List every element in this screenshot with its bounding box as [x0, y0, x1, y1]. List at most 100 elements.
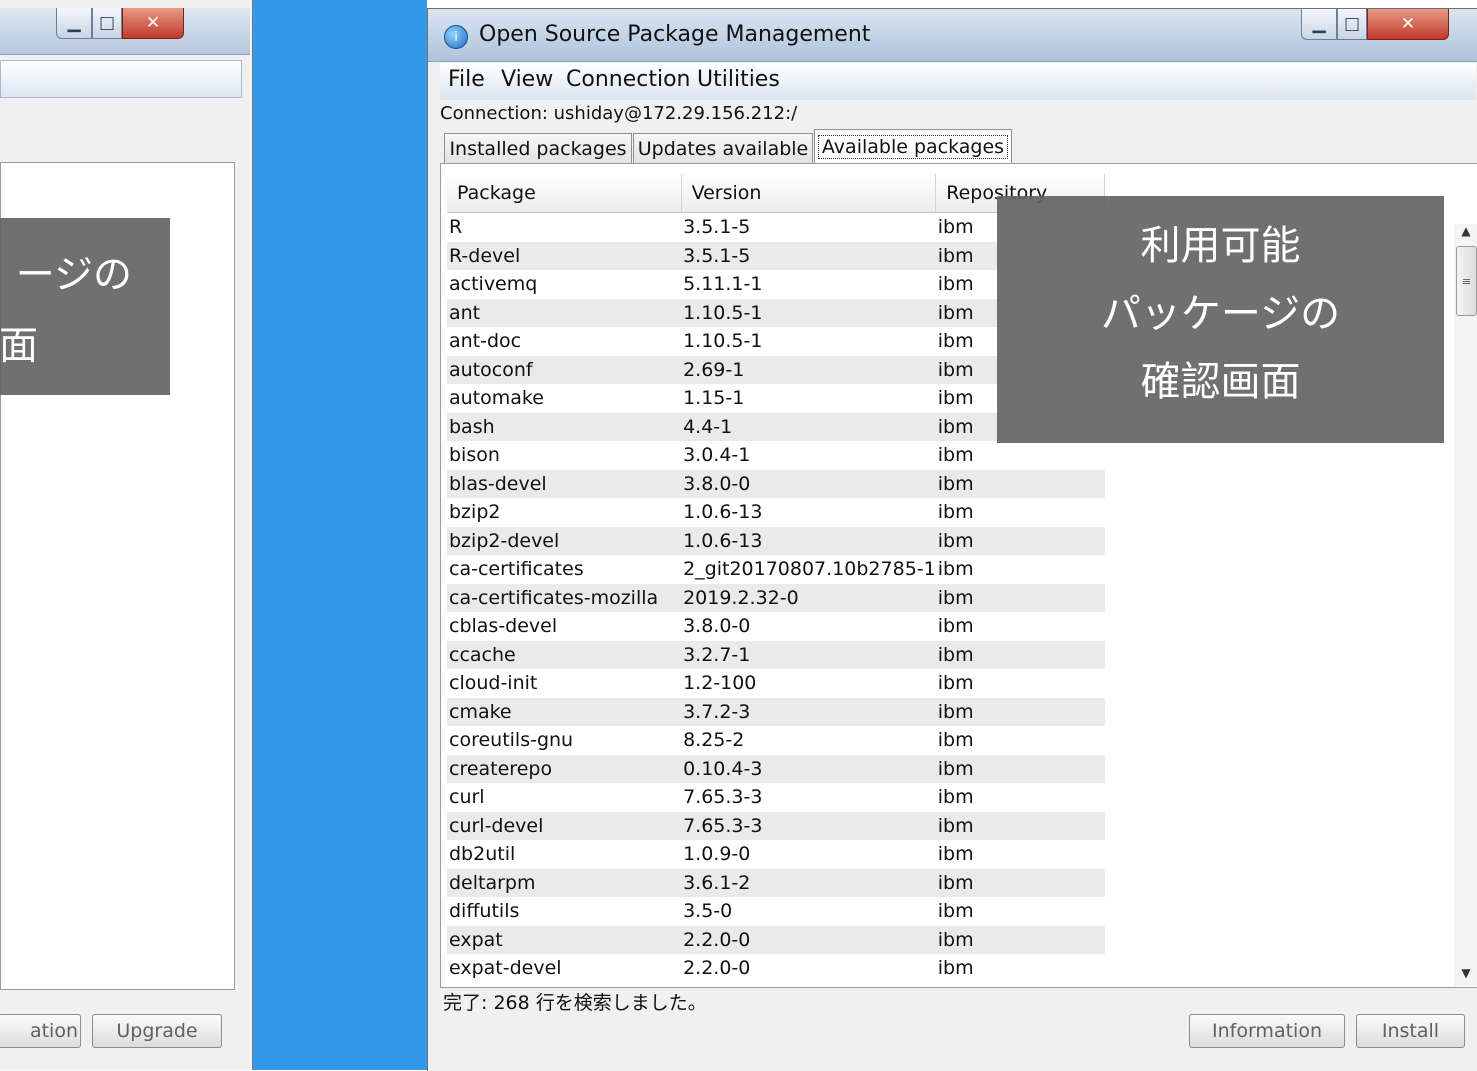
- package-cell: bzip2: [449, 501, 501, 524]
- column-header-version[interactable]: Version: [681, 174, 937, 213]
- repository-cell: ibm: [937, 615, 974, 638]
- table-row[interactable]: cloud-init 1.2-100 ibm: [447, 669, 1105, 698]
- column-header-package[interactable]: Package: [447, 174, 682, 213]
- table-row[interactable]: bzip2-devel 1.0.6-13 ibm: [447, 526, 1105, 555]
- window-controls: ▁ □ ✕: [1301, 9, 1449, 40]
- app-icon: i: [444, 25, 468, 49]
- window-title: Open Source Package Management: [479, 22, 871, 47]
- table-row[interactable]: deltarpm 3.6.1-2 ibm: [447, 868, 1105, 897]
- close-button[interactable]: ✕: [122, 8, 184, 39]
- version-cell: 2.2.0-0: [681, 925, 936, 954]
- version-cell: 3.8.0-0: [681, 469, 936, 498]
- desktop-background: [253, 0, 427, 1070]
- repository-cell: ibm: [935, 868, 1105, 897]
- table-row[interactable]: curl-devel 7.65.3-3 ibm: [447, 811, 1105, 840]
- repository-cell: ibm: [935, 583, 1105, 612]
- version-cell: 3.2.7-1: [681, 640, 936, 669]
- close-button[interactable]: ✕: [1367, 9, 1449, 40]
- repository-cell: ibm: [937, 900, 974, 923]
- left-caption-line: ージの: [15, 253, 132, 298]
- repository-cell: ibm: [935, 697, 1105, 726]
- upgrade-button[interactable]: Upgrade: [92, 1014, 222, 1048]
- menu-file[interactable]: File: [448, 67, 485, 92]
- repository-cell: ibm: [935, 811, 1105, 840]
- main-window: i Open Source Package Management ▁ □ ✕ F…: [427, 8, 1477, 1071]
- table-row[interactable]: ccache 3.2.7-1 ibm: [447, 640, 1105, 669]
- repository-cell: ibm: [937, 672, 974, 695]
- package-cell: automake: [449, 387, 544, 410]
- version-cell: 3.5.1-5: [683, 216, 751, 239]
- title-bar[interactable]: i Open Source Package Management ▁ □ ✕: [428, 9, 1477, 62]
- left-window: ▁ □ ✕ ージの 面 ation Upgrade: [0, 0, 253, 1070]
- table-row[interactable]: coreutils-gnu 8.25-2 ibm: [447, 726, 1105, 755]
- version-cell: 3.6.1-2: [681, 868, 936, 897]
- package-cell: db2util: [449, 843, 516, 866]
- menu-view[interactable]: View: [501, 67, 553, 92]
- menu-bar: File View Connection Utilities: [440, 63, 1476, 100]
- repository-cell: ibm: [935, 640, 1105, 669]
- tab-updates-available[interactable]: Updates available: [633, 133, 813, 164]
- repository-cell: ibm: [937, 843, 974, 866]
- repository-cell: ibm: [937, 957, 974, 980]
- package-cell: bash: [447, 412, 682, 441]
- repository-cell: ibm: [937, 444, 974, 467]
- maximize-icon: □: [98, 13, 116, 33]
- table-row[interactable]: blas-devel 3.8.0-0 ibm: [447, 469, 1105, 498]
- package-cell: ca-certificates-mozilla: [447, 583, 682, 612]
- table-row[interactable]: diffutils 3.5-0 ibm: [447, 897, 1105, 926]
- version-cell: 7.65.3-3: [683, 786, 763, 809]
- package-cell: curl-devel: [447, 811, 682, 840]
- tab-available-packages-label: Available packages: [817, 135, 1009, 159]
- repository-cell: ibm: [935, 925, 1105, 954]
- maximize-button[interactable]: □: [92, 8, 122, 39]
- table-row[interactable]: bison 3.0.4-1 ibm: [447, 441, 1105, 470]
- package-cell: bzip2-devel: [447, 526, 682, 555]
- left-titlebar: ▁ □ ✕: [0, 8, 250, 55]
- information-button[interactable]: Information: [1189, 1014, 1345, 1048]
- left-caption-line: 面: [0, 324, 38, 369]
- minimize-button[interactable]: ▁: [56, 8, 92, 39]
- version-cell: 3.7.2-3: [681, 697, 936, 726]
- table-row[interactable]: cmake 3.7.2-3 ibm: [447, 697, 1105, 726]
- table-row[interactable]: db2util 1.0.9-0 ibm: [447, 840, 1105, 869]
- minimize-button[interactable]: ▁: [1301, 9, 1337, 40]
- table-row[interactable]: createrepo 0.10.4-3 ibm: [447, 754, 1105, 783]
- table-row[interactable]: expat-devel 2.2.0-0 ibm: [447, 954, 1105, 983]
- package-cell: cmake: [447, 697, 682, 726]
- package-cell: activemq: [449, 273, 538, 296]
- table-row[interactable]: ca-certificates-mozilla 2019.2.32-0 ibm: [447, 583, 1105, 612]
- scroll-up-icon[interactable]: ▲: [1454, 224, 1477, 244]
- scroll-down-icon[interactable]: ▼: [1454, 966, 1477, 986]
- version-cell: 8.25-2: [683, 729, 745, 752]
- menu-connection[interactable]: Connection: [566, 67, 690, 92]
- repository-cell: ibm: [937, 786, 974, 809]
- vertical-scrollbar[interactable]: ▲ ≡ ▼: [1454, 224, 1477, 986]
- package-cell: ccache: [447, 640, 682, 669]
- package-cell: ca-certificates: [449, 558, 584, 581]
- version-cell: 5.11.1-1: [683, 273, 763, 296]
- connection-label: Connection: ushiday@172.29.156.212:/: [440, 103, 798, 124]
- install-button[interactable]: Install: [1356, 1014, 1465, 1048]
- information-button-partial[interactable]: ation: [0, 1014, 81, 1048]
- package-cell: createrepo: [447, 754, 682, 783]
- menu-utilities[interactable]: Utilities: [697, 67, 780, 92]
- table-row[interactable]: bzip2 1.0.6-13 ibm: [447, 498, 1105, 527]
- tab-available-packages[interactable]: Available packages: [814, 129, 1012, 164]
- tab-installed-packages[interactable]: Installed packages: [444, 133, 632, 164]
- table-row[interactable]: ca-certificates 2_git20170807.10b2785-1 ib…: [447, 555, 1105, 584]
- left-window-controls: ▁ □ ✕: [56, 8, 184, 39]
- repository-cell: ibm: [935, 526, 1105, 555]
- package-cell: expat: [447, 925, 682, 954]
- table-row[interactable]: curl 7.65.3-3 ibm: [447, 783, 1105, 812]
- package-cell: R: [449, 216, 463, 239]
- version-cell: 2.2.0-0: [683, 957, 751, 980]
- repository-cell: ibm: [935, 754, 1105, 783]
- scroll-thumb[interactable]: ≡: [1456, 246, 1477, 316]
- table-row[interactable]: cblas-devel 3.8.0-0 ibm: [447, 612, 1105, 641]
- package-cell: cblas-devel: [449, 615, 558, 638]
- left-menubar: [0, 60, 242, 98]
- table-row[interactable]: expat 2.2.0-0 ibm: [447, 925, 1105, 954]
- maximize-button[interactable]: □: [1337, 9, 1367, 40]
- version-cell: 2.69-1: [681, 355, 936, 384]
- version-cell: 1.2-100: [683, 672, 757, 695]
